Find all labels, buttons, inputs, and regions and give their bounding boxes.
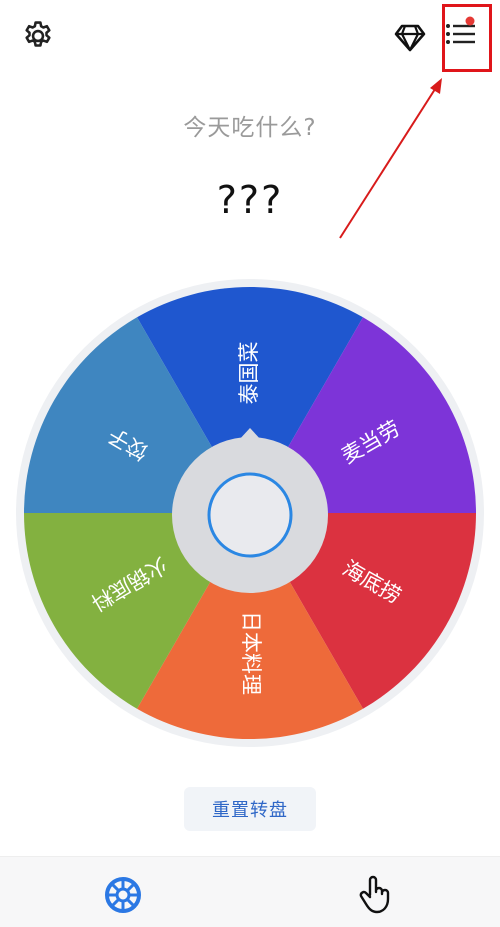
result-text: ???	[216, 178, 284, 222]
settings-button[interactable]	[18, 16, 58, 56]
diamond-icon	[394, 24, 426, 52]
gear-icon	[25, 21, 51, 47]
tab-tap[interactable]	[356, 873, 396, 915]
spin-center-button[interactable]	[207, 472, 293, 558]
spin-wheel[interactable]: 泰国菜 麦当劳 海底捞 日本料理 火锅底料 饺子	[15, 278, 485, 748]
wheel-graphic: 泰国菜麦当劳海底捞日本料理火锅底料饺子	[16, 279, 484, 747]
bottom-nav	[0, 856, 500, 927]
reset-wheel-button[interactable]: 重置转盘	[184, 787, 316, 831]
question-title: 今天吃什么?	[183, 115, 317, 141]
wheel-segment-label: 泰国菜	[237, 342, 261, 405]
app-screen: 今天吃什么? ??? 泰国菜 麦当劳 海底捞 日本料理 火锅底料 饺子 重置转盘	[0, 0, 500, 927]
tab-wheel[interactable]	[103, 875, 143, 915]
premium-button[interactable]	[390, 18, 430, 58]
wheel-segment-label: 日本料理	[239, 611, 263, 695]
wheel-icon	[105, 877, 141, 913]
highlight-box	[442, 4, 492, 72]
tap-hand-icon	[359, 875, 390, 914]
